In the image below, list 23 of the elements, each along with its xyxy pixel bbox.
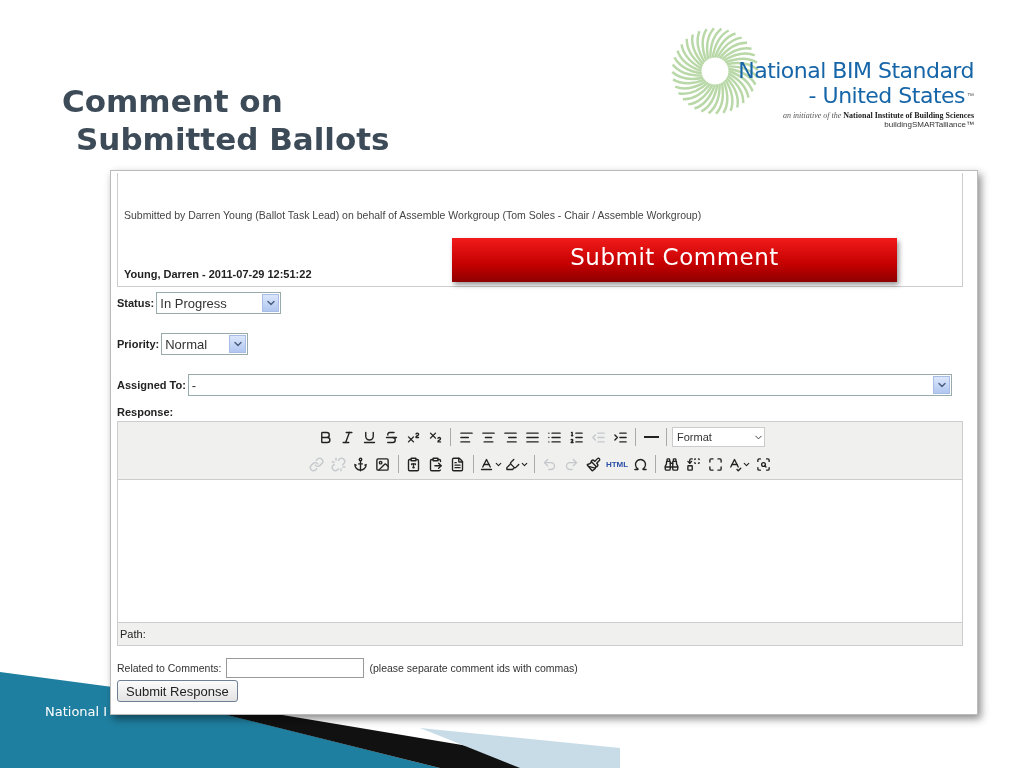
status-select[interactable]: In Progress [156,292,282,314]
logo-subtitle: - United States [808,83,965,108]
format-select[interactable]: Format [672,427,765,447]
logo-tagline: an initiative of the National Institute of Building Sciences [782,111,974,120]
path-bar: Path: [118,623,962,645]
submit-comment-banner: Submit Comment [452,238,897,282]
html-button[interactable]: HTML [605,454,629,474]
comment-text: Submitted by Darren Young (Ballot Task Lead) on behalf of Assemble Workgroup (Tom Soles - Chair / Assemble Workgroup) [124,209,703,221]
priority-select[interactable]: Normal [161,333,249,355]
response-label: Response: [117,406,174,418]
related-hint: (please separate comment ids with commas) [369,662,578,674]
logo-alliance: buildingSMARTalliance™ [884,120,974,129]
assigned-select[interactable]: - [187,374,952,396]
slide-title: Submitted Ballots [75,120,390,158]
slide-title: Comment on [62,82,284,120]
submit-response-button[interactable]: Submit Response [117,680,238,702]
priority-label: Priority: [117,338,160,350]
logo-title: National BIM Standard [738,58,974,83]
comment-author: Young, Darren - 2011-07-29 12:51:22 [124,268,313,280]
related-label: Related to Comments: [117,662,222,674]
status-label: Status: [117,297,155,309]
footer-text: National I [45,704,108,719]
assigned-label: Assigned To: [117,379,186,391]
